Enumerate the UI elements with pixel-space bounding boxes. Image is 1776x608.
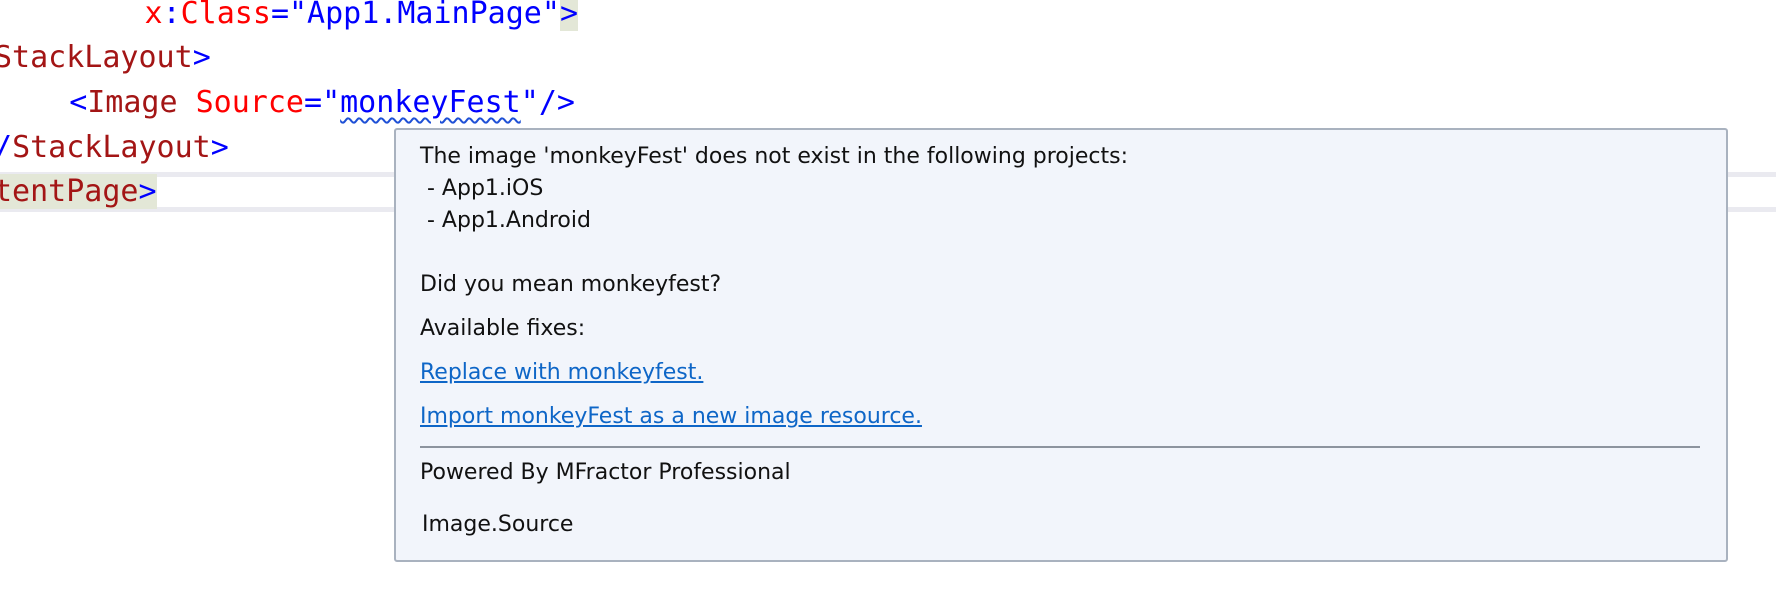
diagnostic-tooltip: The image 'monkeyFest' does not exist in…: [394, 128, 1728, 562]
self-close-bracket: />: [538, 85, 575, 120]
tooltip-message: The image 'monkeyFest' does not exist in…: [420, 144, 1129, 169]
suggestion-text: Did you mean monkeyfest?: [420, 272, 722, 297]
error-squiggle-value[interactable]: monkeyFest: [340, 85, 521, 120]
quote: ": [322, 85, 341, 120]
open-bracket: <: [69, 85, 88, 120]
fix-replace-link[interactable]: Replace with monkeyfest.: [420, 360, 703, 385]
tag-name: Image: [87, 85, 178, 120]
available-fixes-label: Available fixes:: [420, 316, 586, 341]
fix-import-link[interactable]: Import monkeyFest as a new image resourc…: [420, 404, 922, 429]
symbol-name: Image.Source: [422, 512, 574, 537]
attr-value: "App1.MainPage": [289, 0, 560, 31]
tag-name: StackLayout: [12, 130, 211, 165]
colon: :: [162, 0, 181, 31]
close-bracket: >: [138, 174, 157, 209]
attr-name: Source: [195, 85, 304, 120]
close-bracket: >: [559, 0, 578, 31]
code-line-2[interactable]: StackLayout>: [0, 38, 211, 78]
tag-name: StackLayout: [0, 40, 193, 75]
project-item: - App1.iOS: [420, 176, 544, 201]
equals: =: [304, 85, 323, 120]
code-line-4[interactable]: /StackLayout>: [0, 128, 229, 168]
close-bracket: >: [192, 40, 211, 75]
project-item: - App1.Android: [420, 208, 591, 233]
quote: ": [520, 85, 539, 120]
tag-name: tentPage: [0, 174, 139, 209]
divider: [420, 446, 1700, 448]
attr-prefix: x: [144, 0, 163, 31]
code-line-3[interactable]: <Image Source="monkeyFest"/>: [15, 83, 575, 123]
powered-by-text: Powered By MFractor Professional: [420, 460, 791, 485]
code-line-1[interactable]: x:Class="App1.MainPage">: [0, 0, 578, 34]
equals: =: [270, 0, 289, 31]
attr-name: Class: [180, 0, 271, 31]
close-bracket: >: [210, 130, 229, 165]
slash: /: [0, 130, 12, 165]
code-line-5[interactable]: tentPage>: [0, 172, 157, 212]
